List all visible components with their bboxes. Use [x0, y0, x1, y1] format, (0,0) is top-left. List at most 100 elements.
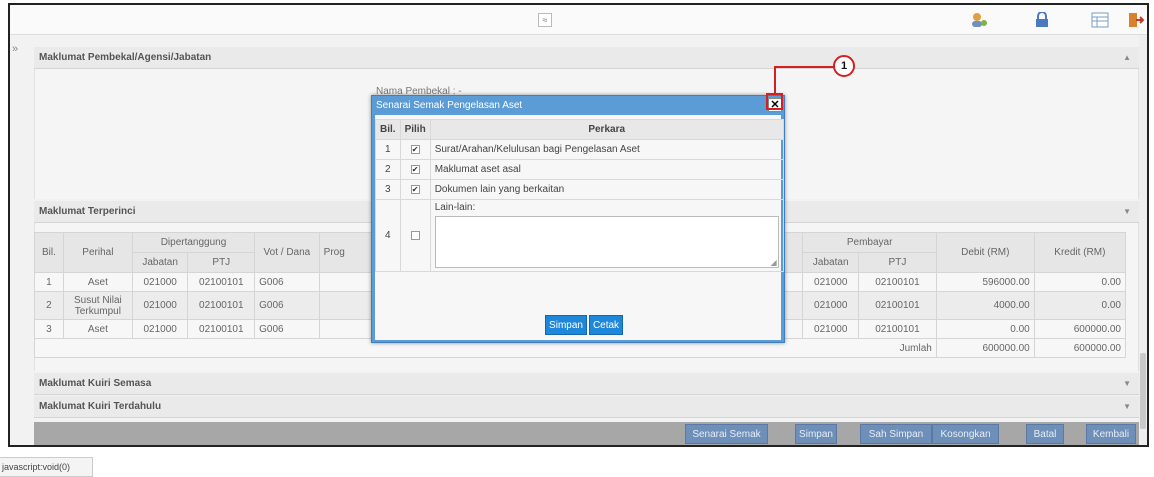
- sah-simpan-button[interactable]: Sah Simpan: [860, 424, 932, 444]
- callout-line: [774, 67, 776, 94]
- checklist-row: 2 ✔ Maklumat aset asal: [375, 159, 784, 180]
- cell-debit: 4000.00: [935, 291, 1035, 320]
- checklist-table: Bil. Pilih Perkara 1 ✔ Surat/Arahan/Kelu…: [375, 119, 784, 272]
- checkbox-unchecked-icon[interactable]: [410, 230, 420, 240]
- dialog-save-button[interactable]: Simpan: [545, 315, 587, 335]
- scrollbar-thumb[interactable]: [1140, 353, 1146, 429]
- item-checkbox[interactable]: ✔: [399, 139, 431, 160]
- cell-p-ptj: 02100101: [858, 291, 937, 320]
- col-pembayar-ptj: PTJ: [858, 252, 937, 273]
- other-textarea[interactable]: ◢: [434, 216, 779, 268]
- section-title: Maklumat Pembekal/Agensi/Jabatan: [39, 52, 212, 63]
- cell-vot: G006: [254, 319, 320, 339]
- batal-button[interactable]: Batal: [1026, 424, 1064, 444]
- item-text: Surat/Arahan/Kelulusan bagi Pengelasan A…: [429, 139, 784, 160]
- cell-jabatan: 021000: [131, 272, 189, 292]
- item-checkbox[interactable]: [399, 199, 431, 272]
- cell-kredit: 0.00: [1033, 272, 1127, 292]
- cell-p-ptj: 02100101: [858, 272, 937, 292]
- kosongkan-button[interactable]: Kosongkan: [932, 424, 999, 444]
- col-kredit: Kredit (RM): [1033, 232, 1127, 273]
- section-title: Maklumat Terperinci: [39, 206, 136, 217]
- status-bar: javascript:void(0): [0, 457, 93, 477]
- action-bar: Senarai Semak Simpan Sah Simpan Kosongka…: [34, 422, 1139, 445]
- exit-icon[interactable]: [1127, 12, 1145, 28]
- checkbox-checked-icon[interactable]: ✔: [410, 184, 420, 194]
- cell-debit: 0.00: [935, 319, 1035, 339]
- section-title: Maklumat Kuiri Semasa: [39, 378, 152, 389]
- cell-vot: G006: [254, 291, 320, 320]
- lock-icon[interactable]: [1033, 12, 1051, 28]
- dialog-content: Bil. Pilih Perkara 1 ✔ Surat/Arahan/Kelu…: [375, 115, 784, 340]
- senarai-semak-button[interactable]: Senarai Semak: [685, 424, 768, 444]
- chevron-down-icon[interactable]: ▼: [1123, 396, 1131, 418]
- item-text: Maklumat aset asal: [429, 159, 784, 180]
- col-bil: Bil.: [375, 119, 401, 140]
- total-debit: 600000.00: [935, 338, 1035, 358]
- item-bil: 2: [375, 159, 401, 180]
- col-bil: Bil.: [34, 232, 64, 273]
- cell-p-ptj: 02100101: [858, 319, 937, 339]
- checklist-row: 4 Lain-lain: ◢: [375, 199, 784, 272]
- cell-bil: 3: [34, 319, 64, 339]
- chevron-down-icon[interactable]: ▼: [1123, 373, 1131, 395]
- callout-line: [774, 66, 834, 68]
- col-perihal: Perihal: [62, 232, 133, 273]
- table-icon[interactable]: [1091, 12, 1109, 28]
- item-bil: 1: [375, 139, 401, 160]
- kembali-button[interactable]: Kembali: [1086, 424, 1136, 444]
- checkbox-checked-icon[interactable]: ✔: [410, 164, 420, 174]
- cell-bil: 2: [34, 291, 64, 320]
- cell-ptj: 02100101: [187, 291, 256, 320]
- dialog-title: Senarai Semak Pengelasan Aset: [376, 100, 523, 111]
- col-jabatan: Jabatan: [131, 252, 189, 273]
- cell-jabatan: 021000: [131, 319, 189, 339]
- callout-highlight-box: [766, 93, 783, 110]
- col-vot: Vot / Dana: [254, 232, 320, 273]
- item-checkbox[interactable]: ✔: [399, 179, 431, 200]
- section-current-query-header[interactable]: Maklumat Kuiri Semasa ▼: [34, 373, 1139, 395]
- resize-grip-icon[interactable]: ◢: [771, 258, 777, 267]
- chevron-down-icon[interactable]: ▼: [1123, 201, 1131, 223]
- cell-perihal: Aset: [62, 272, 133, 292]
- user-icon[interactable]: [970, 12, 988, 28]
- sidebar-expand-icon[interactable]: »: [12, 43, 18, 55]
- cell-ptj: 02100101: [187, 272, 256, 292]
- col-pembayar: Pembayar: [802, 232, 937, 253]
- cell-vot: G006: [254, 272, 320, 292]
- vertical-scrollbar[interactable]: [1139, 35, 1147, 445]
- section-title: Maklumat Kuiri Terdahulu: [39, 401, 162, 412]
- simpan-button[interactable]: Simpan: [795, 424, 837, 444]
- section-supplier-header[interactable]: Maklumat Pembekal/Agensi/Jabatan ▲: [34, 47, 1139, 69]
- col-dipertanggung: Dipertanggung: [131, 232, 256, 253]
- collapse-header-button[interactable]: ≈: [538, 13, 552, 27]
- cell-bil: 1: [34, 272, 64, 292]
- cell-p-jabatan: 021000: [802, 272, 860, 292]
- item-checkbox[interactable]: ✔: [399, 159, 431, 180]
- col-ptj: PTJ: [187, 252, 256, 273]
- dialog-print-button[interactable]: Cetak: [589, 315, 623, 335]
- checklist-dialog: Senarai Semak Pengelasan Aset ✕ Bil. Pil…: [371, 95, 785, 343]
- callout-number: 1: [833, 55, 855, 77]
- col-pembayar-jabatan: Jabatan: [802, 252, 860, 273]
- item-text: Dokumen lain yang berkaitan: [429, 179, 784, 200]
- cell-ptj: 02100101: [187, 319, 256, 339]
- top-toolbar: ≈: [10, 5, 1147, 35]
- total-kredit: 600000.00: [1033, 338, 1127, 358]
- col-perkara: Perkara: [429, 119, 784, 140]
- cell-p-jabatan: 021000: [802, 291, 860, 320]
- section-previous-query-header[interactable]: Maklumat Kuiri Terdahulu ▼: [34, 396, 1139, 418]
- cell-kredit: 600000.00: [1033, 319, 1127, 339]
- cell-p-jabatan: 021000: [802, 319, 860, 339]
- cell-perihal: Susut Nilai Terkumpul: [62, 291, 133, 320]
- checkbox-checked-icon[interactable]: ✔: [410, 144, 420, 154]
- other-cell: Lain-lain: ◢: [429, 199, 784, 272]
- col-pilih: Pilih: [399, 119, 431, 140]
- checklist-row: 1 ✔ Surat/Arahan/Kelulusan bagi Pengelas…: [375, 139, 784, 160]
- cell-jabatan: 021000: [131, 291, 189, 320]
- item-bil: 3: [375, 179, 401, 200]
- cell-perihal: Aset: [62, 319, 133, 339]
- cell-kredit: 0.00: [1033, 291, 1127, 320]
- chevron-up-icon[interactable]: ▲: [1123, 47, 1131, 69]
- col-debit: Debit (RM): [935, 232, 1035, 273]
